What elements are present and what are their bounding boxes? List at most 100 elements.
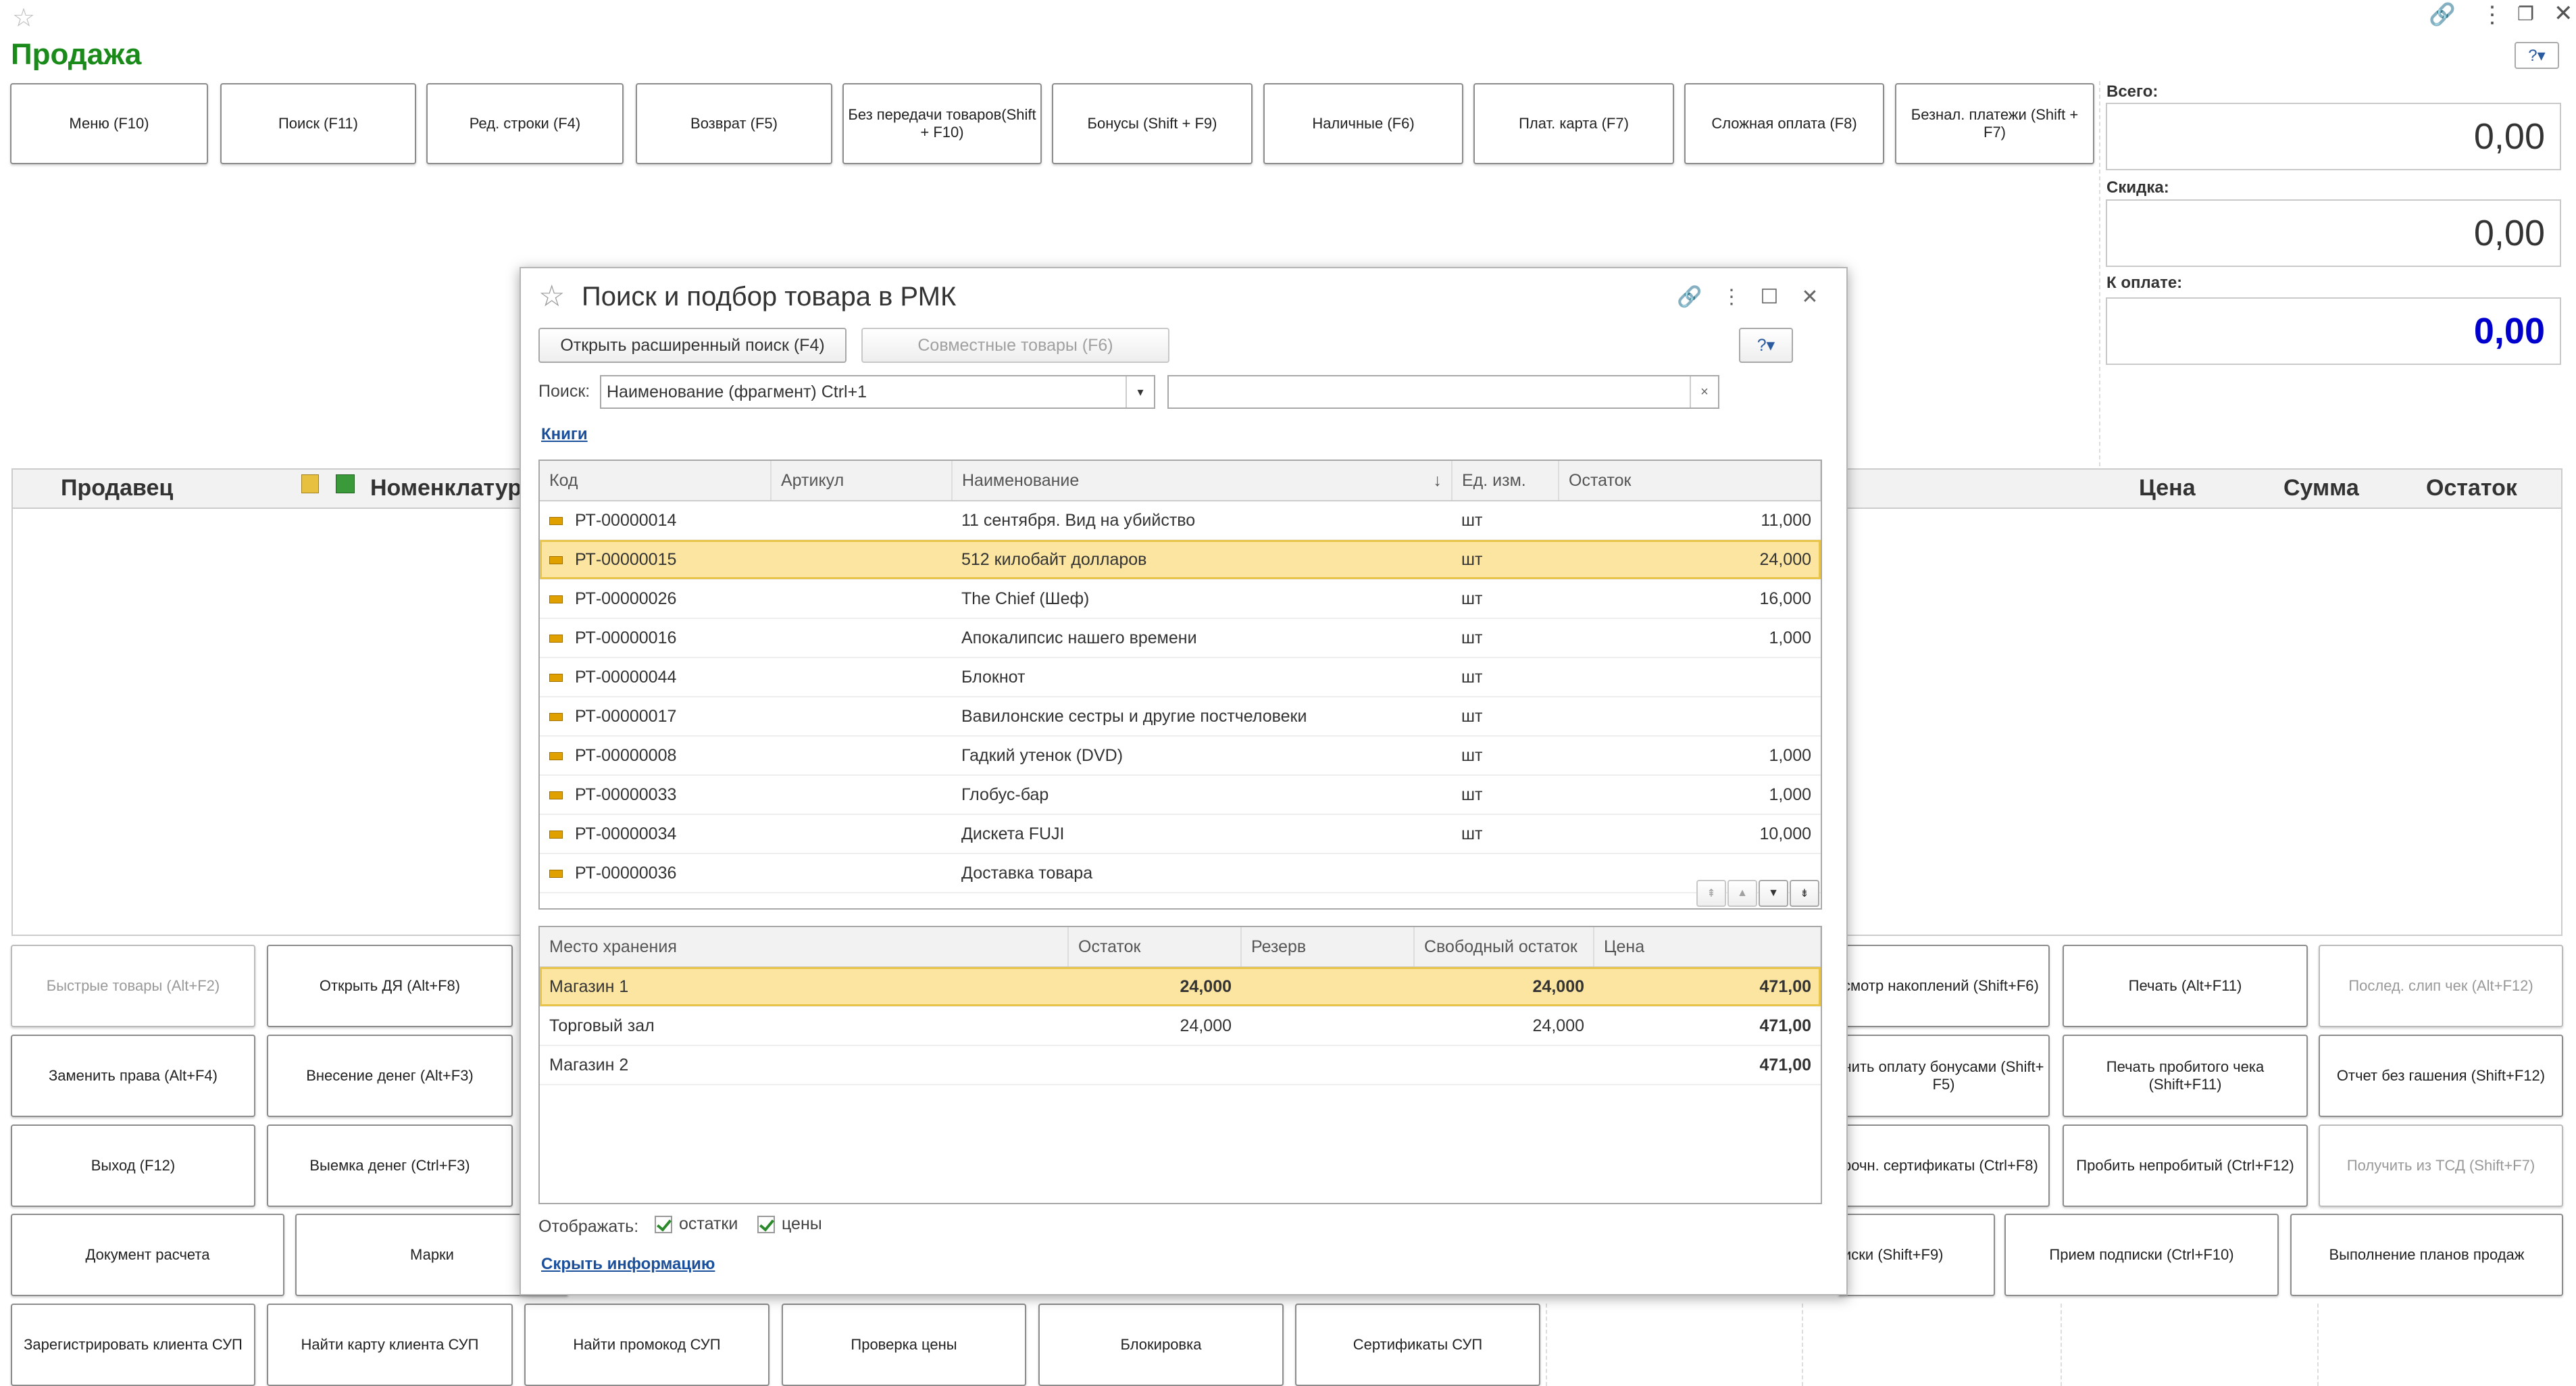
col-price[interactable]: Цена bbox=[1594, 927, 1821, 968]
link-icon[interactable]: 🔗 bbox=[2429, 1, 2456, 27]
table-row[interactable]: РТ-00000033 Глобус-бар шт 1,000 bbox=[540, 775, 1821, 815]
find-client-card-button[interactable]: Найти карту клиента СУП bbox=[267, 1304, 513, 1386]
x-report-button[interactable]: Отчет без гашения (Shift+F12) bbox=[2319, 1035, 2563, 1117]
last-slip-button[interactable]: Послед. слип чек (Alt+F12) bbox=[2319, 945, 2563, 1027]
help-dropdown-icon[interactable]: ?▾ bbox=[1739, 328, 1793, 363]
col-sum[interactable]: Сумма bbox=[2283, 475, 2359, 501]
page-up-icon[interactable]: ▲ bbox=[1727, 880, 1757, 907]
stock-row[interactable]: Магазин 2 471,00 bbox=[540, 1045, 1821, 1085]
col-place[interactable]: Место хранения bbox=[540, 927, 1069, 968]
check-price-button[interactable]: Проверка цены bbox=[782, 1304, 1026, 1386]
no-transfer-button[interactable]: Без передачи товаров(Shift + F10) bbox=[842, 83, 1042, 164]
table-row[interactable]: РТ-00000014 11 сентября. Вид на убийство ш… bbox=[540, 501, 1821, 541]
certificates-sup-button[interactable]: Сертификаты СУП bbox=[1295, 1304, 1540, 1386]
col-seller[interactable]: Продавец bbox=[61, 475, 173, 501]
cash-in-button[interactable]: Внесение денег (Alt+F3) bbox=[267, 1035, 513, 1117]
joint-goods-button[interactable]: Совместные товары (F6) bbox=[861, 328, 1169, 363]
search-label: Поиск: bbox=[538, 382, 590, 401]
get-from-tsd-button[interactable]: Получить из ТСД (Shift+F7) bbox=[2319, 1124, 2563, 1207]
replace-rights-button[interactable]: Заменить права (Alt+F4) bbox=[11, 1035, 255, 1117]
col-nomenclature[interactable]: Номенклатур bbox=[370, 475, 522, 501]
col-name[interactable]: Наименование ↓ bbox=[952, 461, 1453, 501]
checkbox-checked-icon[interactable] bbox=[655, 1215, 672, 1233]
page-down-icon[interactable]: ▼ bbox=[1759, 880, 1788, 907]
cell-code-text: РТ-00000044 bbox=[575, 667, 677, 687]
sales-plans-button[interactable]: Выполнение планов продаж bbox=[2290, 1214, 2563, 1296]
table-row[interactable]: РТ-00000016 Апокалипсис нашего времени шт 1… bbox=[540, 618, 1821, 658]
col-reserve[interactable]: Резерв bbox=[1241, 927, 1415, 968]
first-page-icon[interactable]: ⇞ bbox=[1696, 880, 1726, 907]
cash-out-button[interactable]: Выемка денег (Ctrl+F3) bbox=[267, 1124, 513, 1207]
col-free-rest[interactable]: Свободный остаток bbox=[1414, 927, 1594, 968]
goods-table[interactable]: Код Артикул Наименование ↓ Ед. изм. Остат… bbox=[538, 460, 1822, 910]
card-button[interactable]: Плат. карта (F7) bbox=[1473, 83, 1674, 164]
more-icon[interactable]: ⋮ bbox=[1718, 283, 1745, 310]
bonus-button[interactable]: Бонусы (Shift + F9) bbox=[1052, 83, 1253, 164]
item-icon bbox=[549, 791, 563, 799]
col-unit[interactable]: Ед. изм. bbox=[1452, 461, 1559, 501]
cell-code: РТ-00000036 bbox=[540, 853, 771, 893]
payment-document-button[interactable]: Документ расчета bbox=[11, 1214, 284, 1296]
quick-goods-button[interactable]: Быстрые товары (Alt+F2) bbox=[11, 945, 255, 1027]
help-dropdown-icon[interactable]: ?▾ bbox=[2515, 42, 2559, 69]
cashless-button[interactable]: Безнал. платежи (Shift + F7) bbox=[1895, 83, 2094, 164]
table-row[interactable]: РТ-00000034 Дискета FUJI шт 10,000 bbox=[540, 814, 1821, 854]
show-rest-checkbox[interactable]: остатки bbox=[655, 1214, 738, 1234]
register-client-button[interactable]: Зарегистрировать клиента СУП bbox=[11, 1304, 255, 1386]
stock-row[interactable]: Торговый зал 24,000 24,000 471,00 bbox=[540, 1006, 1821, 1046]
return-button[interactable]: Возврат (F5) bbox=[636, 83, 832, 164]
table-row[interactable]: РТ-00000026 The Chief (Шеф) шт 16,000 bbox=[540, 579, 1821, 619]
print-receipt-button[interactable]: Печать пробитого чека (Shift+F11) bbox=[2063, 1035, 2308, 1117]
search-input[interactable]: × bbox=[1167, 375, 1719, 409]
extended-search-button[interactable]: Открыть расширенный поиск (F4) bbox=[538, 328, 847, 363]
punch-unpunched-button[interactable]: Пробить непробитый (Ctrl+F12) bbox=[2063, 1124, 2308, 1207]
cell-article bbox=[771, 697, 952, 737]
cell-place: Торговый зал bbox=[540, 1006, 1068, 1046]
restore-window-icon[interactable]: ❐ bbox=[2517, 3, 2534, 25]
edit-row-button[interactable]: Ред. строки (F4) bbox=[426, 83, 624, 164]
menu-button[interactable]: Меню (F10) bbox=[10, 83, 208, 164]
stock-row[interactable]: Магазин 1 24,000 24,000 471,00 bbox=[540, 967, 1821, 1007]
close-icon[interactable]: ✕ bbox=[2554, 0, 2573, 27]
find-promocode-button[interactable]: Найти промокод СУП bbox=[524, 1304, 769, 1386]
clear-icon[interactable]: × bbox=[1690, 376, 1718, 407]
favorite-star-icon[interactable]: ☆ bbox=[12, 3, 35, 33]
show-price-checkbox[interactable]: цены bbox=[757, 1214, 822, 1234]
col-code[interactable]: Код bbox=[540, 461, 772, 501]
exit-button[interactable]: Выход (F12) bbox=[11, 1124, 255, 1207]
group-link-books[interactable]: Книги bbox=[541, 425, 588, 444]
cell-unit: шт bbox=[1452, 658, 1559, 697]
table-row[interactable]: РТ-00000008 Гадкий утенок (DVD) шт 1,000 bbox=[540, 736, 1821, 776]
more-icon[interactable]: ⋮ bbox=[2481, 1, 2504, 28]
view-accumulations-button[interactable]: смотр накоплений (Shift+F6) bbox=[1838, 945, 2050, 1027]
favorite-star-icon[interactable]: ☆ bbox=[538, 279, 565, 314]
checkbox-checked-icon[interactable] bbox=[757, 1215, 775, 1233]
col-rest[interactable]: Остаток bbox=[2426, 475, 2517, 501]
close-icon[interactable]: ✕ bbox=[1796, 283, 1823, 310]
open-dya-button[interactable]: Открыть ДЯ (Alt+F8) bbox=[267, 945, 513, 1027]
table-row[interactable]: РТ-00000017 Вавилонские сестры и другие п… bbox=[540, 697, 1821, 737]
link-icon[interactable]: 🔗 bbox=[1676, 283, 1703, 310]
table-row[interactable]: РТ-00000015 512 килобайт долларов шт 24,000 bbox=[540, 540, 1821, 580]
col-price[interactable]: Цена bbox=[2139, 475, 2196, 501]
hide-info-link[interactable]: Скрыть информацию bbox=[541, 1255, 715, 1274]
col-rest[interactable]: Остаток bbox=[1559, 461, 1821, 501]
bonus-payment-button[interactable]: нить оплату бонусами (Shift+ F5) bbox=[1838, 1035, 2050, 1117]
chevron-down-icon[interactable]: ▾ bbox=[1126, 376, 1154, 407]
table-row[interactable]: РТ-00000044 Блокнот шт bbox=[540, 658, 1821, 697]
lock-button[interactable]: Блокировка bbox=[1038, 1304, 1284, 1386]
certificates-button[interactable]: рочн. сертификаты (Ctrl+F8) bbox=[1838, 1124, 2050, 1207]
search-mode-select[interactable]: Наименование (фрагмент) Ctrl+1 ▾ bbox=[600, 375, 1155, 409]
maximize-icon[interactable]: ☐ bbox=[1756, 283, 1783, 310]
stock-table[interactable]: Место хранения Остаток Резерв Свободный … bbox=[538, 926, 1822, 1204]
search-button[interactable]: Поиск (F11) bbox=[220, 83, 416, 164]
last-page-icon[interactable]: ⇟ bbox=[1790, 880, 1819, 907]
print-button[interactable]: Печать (Alt+F11) bbox=[2063, 945, 2308, 1027]
col-article[interactable]: Артикул bbox=[771, 461, 953, 501]
table-row[interactable]: РТ-00000036 Доставка товара bbox=[540, 853, 1821, 893]
subscriptions-button[interactable]: иски (Shift+F9) bbox=[1838, 1214, 1995, 1296]
cash-button[interactable]: Наличные (F6) bbox=[1263, 83, 1463, 164]
complex-payment-button[interactable]: Сложная оплата (F8) bbox=[1684, 83, 1884, 164]
receive-subscription-button[interactable]: Прием подписки (Ctrl+F10) bbox=[2004, 1214, 2279, 1296]
col-stock-rest[interactable]: Остаток bbox=[1068, 927, 1242, 968]
